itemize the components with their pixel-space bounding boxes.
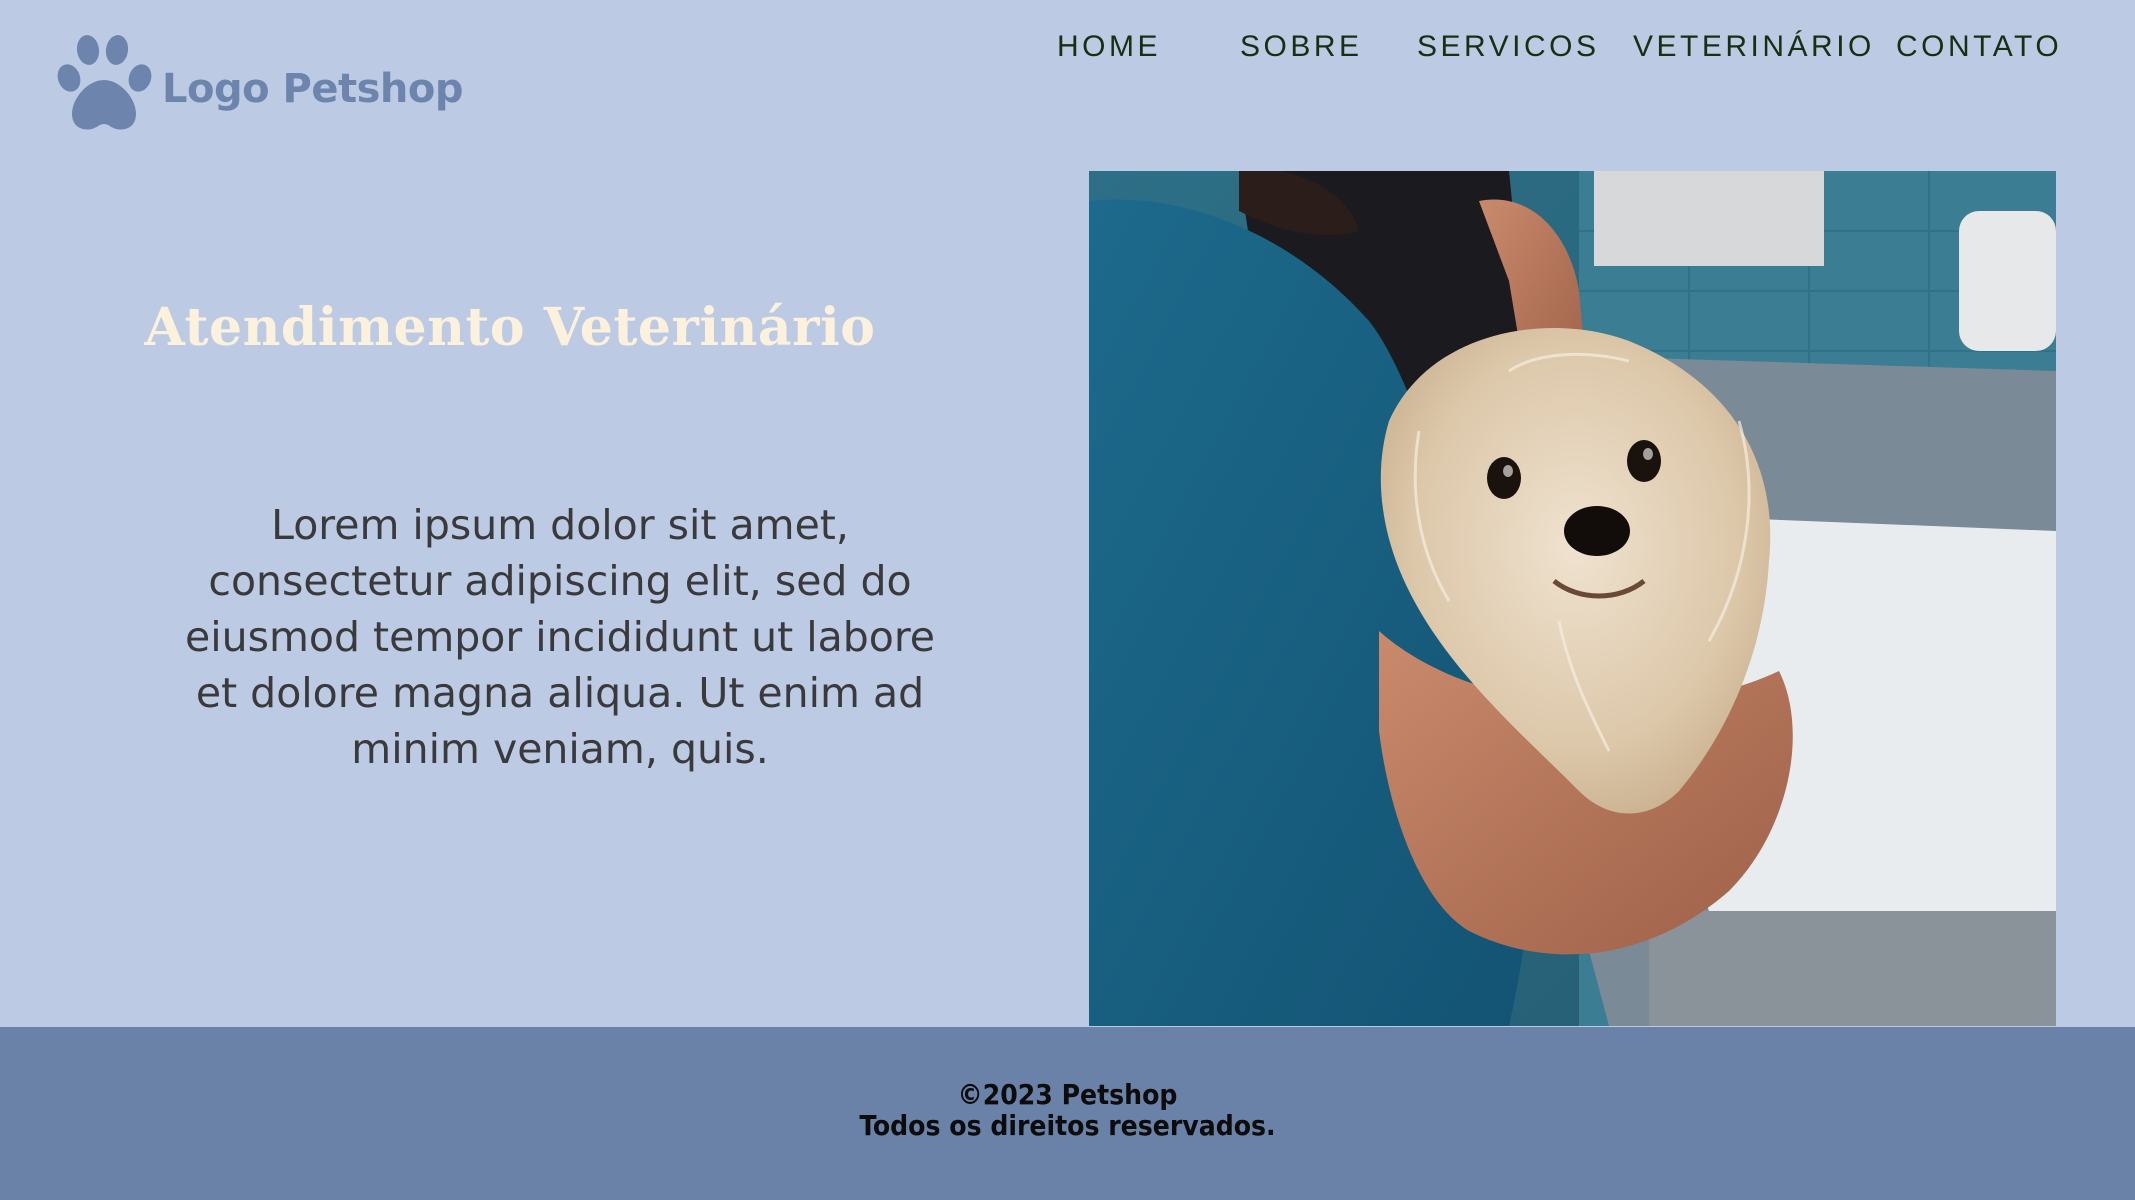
site-header: Logo Petshop HOME SOBRE SERVICOS VETERIN…	[0, 0, 2135, 170]
logo[interactable]: Logo Petshop	[54, 32, 463, 132]
vet-dog-photo	[1089, 171, 2056, 1026]
site-footer: ©2023 Petshop Todos os direitos reservad…	[0, 1027, 2135, 1200]
footer-copyright: ©2023 Petshop	[957, 1078, 1178, 1111]
nav-sobre[interactable]: SOBRE	[1240, 30, 1363, 64]
footer-text: ©2023 Petshop Todos os direitos reservad…	[0, 1079, 2135, 1141]
nav-contato[interactable]: CONTATO	[1896, 30, 2062, 64]
paw-icon	[57, 35, 152, 130]
footer-rights: Todos os direitos reservados.	[859, 1109, 1276, 1142]
hero-title: Atendimento Veterinário	[144, 296, 876, 358]
nav-veterinario[interactable]: VETERINÁRIO	[1633, 30, 1875, 64]
nav-home[interactable]: HOME	[1057, 30, 1161, 64]
nav-servicos[interactable]: SERVICOS	[1417, 30, 1600, 64]
hero-photo	[1089, 171, 2056, 1026]
hero-description: Lorem ipsum dolor sit amet, consectetur …	[184, 501, 935, 773]
logo-text: Logo Petshop	[162, 66, 463, 112]
